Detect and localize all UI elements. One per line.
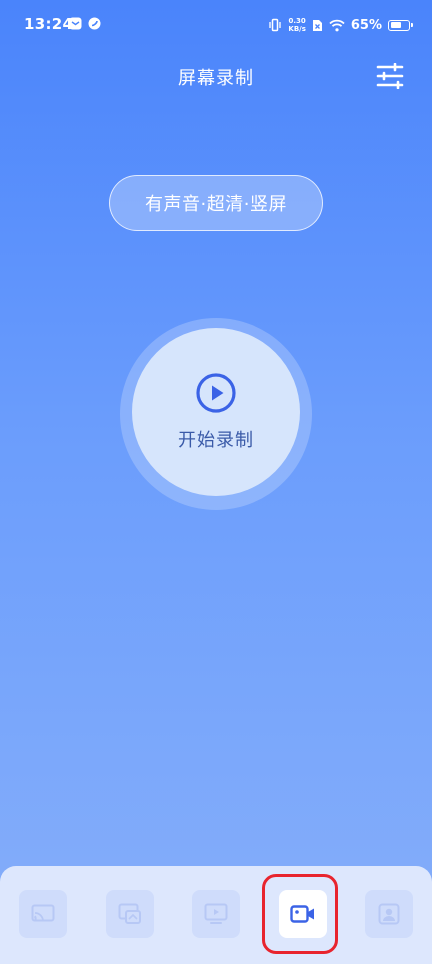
sliders-settings-icon [376, 62, 404, 90]
bottom-nav [0, 866, 432, 964]
status-right-group: 0.30 KB/s 65% [268, 14, 413, 36]
network-speed-value: 0.30 [288, 17, 306, 25]
network-speed: 0.30 KB/s [288, 17, 305, 33]
recording-mode-label: 有声音·超清·竖屏 [145, 194, 287, 215]
recording-mode-button[interactable]: 有声音·超清·竖屏 [109, 175, 323, 231]
wifi-icon [329, 19, 345, 31]
page-title: 屏幕录制 [178, 68, 254, 89]
screen-cast-icon [31, 904, 55, 922]
battery-percentage: 65% [350, 17, 382, 33]
network-speed-unit: KB/s [288, 25, 306, 33]
battery-level [390, 22, 401, 28]
start-recording-button[interactable]: 开始录制 [132, 328, 300, 496]
sim-off-icon [312, 19, 322, 31]
app-notification-icon [88, 17, 101, 30]
nav-item-profile[interactable] [365, 890, 413, 938]
battery-icon [388, 19, 413, 31]
settings-button[interactable] [376, 62, 404, 90]
start-recording-label: 开始录制 [178, 430, 254, 451]
profile-icon [378, 903, 400, 925]
status-time: 13:24 [24, 15, 74, 33]
nav-item-screen-mirror[interactable] [106, 890, 154, 938]
status-bar: 13:24 0.30 KB/s 65% [0, 0, 432, 52]
screen-mirror-icon [118, 903, 141, 924]
vibrate-icon [269, 18, 282, 32]
tv-icon [204, 903, 228, 924]
status-notification-icons [69, 17, 101, 30]
video-camera-icon [290, 905, 314, 923]
message-notification-icon [69, 17, 82, 30]
nav-item-screen-cast[interactable] [19, 890, 67, 938]
play-icon [196, 373, 236, 413]
nav-item-tv[interactable] [192, 890, 240, 938]
nav-item-screen-record[interactable] [279, 890, 327, 938]
